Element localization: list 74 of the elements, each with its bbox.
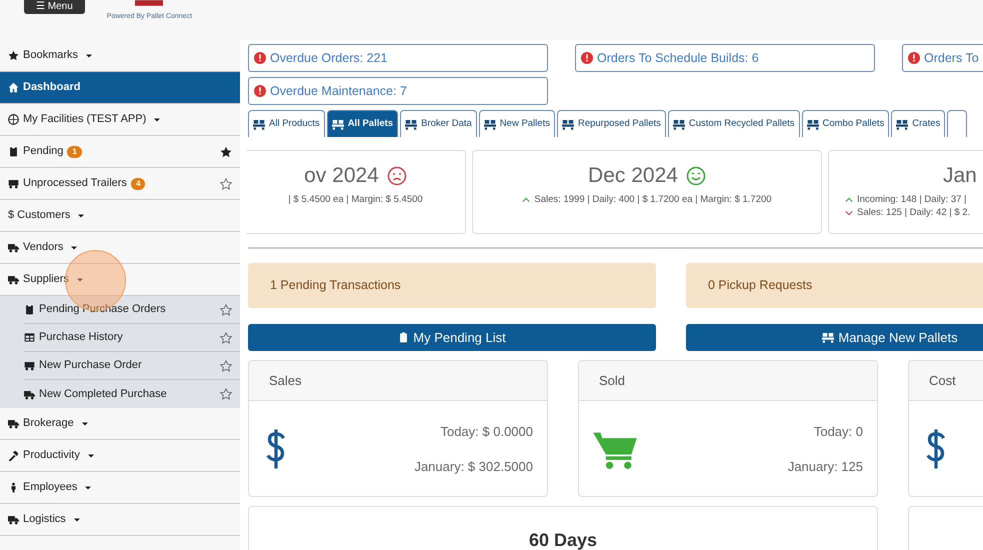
star-icon — [8, 50, 19, 61]
pallet-icon — [332, 118, 344, 130]
tab[interactable]: Combo Pallets — [802, 110, 890, 137]
alert-link[interactable]: Overdue Maintenance: 7 — [248, 77, 548, 105]
pallet-icon — [405, 118, 418, 130]
notice-banner: 1 Pending Transactions — [248, 263, 656, 308]
month-title: Dec 2024 — [588, 163, 678, 190]
stat-title: Sold — [599, 372, 626, 390]
pallet-icon — [484, 118, 496, 130]
bookmark-star-outline-icon[interactable] — [220, 332, 232, 344]
submenu-item[interactable]: Purchase History — [24, 324, 240, 352]
pallet-icon — [562, 118, 574, 130]
count-badge: 1 — [67, 146, 82, 158]
stat-month: January: $ 302.5000 — [414, 458, 533, 476]
month-stats: | $ 5.4500 ea | Margin: $ 5.4500 — [288, 193, 423, 206]
truck-icon — [24, 388, 35, 400]
tab[interactable]: Repurposed Pallets — [556, 110, 666, 137]
stat-today: Today: $ 0.0000 — [440, 422, 533, 441]
month-title: Jan — [943, 163, 977, 190]
stat-month: January: 125 — [788, 458, 863, 476]
tab[interactable]: All Products — [248, 110, 325, 137]
period-title: 60 Days — [528, 529, 598, 550]
truck-icon — [8, 242, 19, 253]
bookmark-star-outline-icon[interactable] — [220, 178, 232, 190]
truck-icon — [8, 274, 19, 285]
count-badge: 4 — [130, 178, 146, 190]
notice-banner: 0 Pickup Requests — [686, 263, 983, 308]
bookmark-star-outline-icon[interactable] — [220, 304, 232, 316]
bookmark-star-outline-icon[interactable] — [220, 388, 232, 400]
month-title: ov 2024 — [304, 163, 379, 190]
submenu-item[interactable]: Pending Purchase Orders — [24, 296, 240, 324]
action-button[interactable]: My Pending List — [248, 324, 656, 351]
tab-background — [947, 110, 968, 137]
month-stats: Incoming: 148 | Daily: 37 | — [857, 193, 966, 206]
month-stats: Sales: 125 | Daily: 42 | $ 2. — [857, 206, 970, 219]
stat-title: Cost — [929, 372, 956, 390]
exclamation-icon — [254, 52, 266, 64]
tab[interactable]: Broker Data — [400, 110, 477, 137]
globe-icon — [8, 114, 19, 125]
alert-link[interactable]: Orders To Schedule Builds: 6 — [575, 44, 875, 72]
action-button[interactable]: Manage New Pallets — [686, 324, 983, 351]
pallet-icon — [253, 118, 265, 130]
tab[interactable]: All Pallets — [326, 110, 398, 137]
exclamation-icon — [581, 52, 593, 64]
clipboard-icon — [398, 332, 410, 343]
pallet-icon — [822, 332, 834, 343]
exclamation-icon — [908, 52, 920, 64]
tab[interactable]: New Pallets — [478, 110, 555, 137]
truck-icon — [8, 514, 19, 525]
trailer-icon — [8, 178, 19, 189]
pallet-icon — [806, 118, 818, 130]
home-icon — [8, 82, 19, 93]
stat-title: Sales — [269, 372, 302, 390]
submenu-item[interactable]: New Completed Purchase — [24, 380, 240, 408]
alert-link[interactable]: Overdue Orders: 221 — [248, 44, 548, 72]
menu-button[interactable]: ☰ Menu — [24, 0, 85, 14]
pallet-icon — [672, 118, 685, 130]
hammer-icon — [8, 450, 19, 461]
table-icon — [24, 332, 35, 343]
trailer-icon — [24, 360, 35, 371]
alert-link[interactable]: Orders To — [902, 44, 983, 72]
tab[interactable]: Crates — [891, 110, 946, 137]
clipboard-icon — [8, 146, 19, 157]
bookmark-star-icon[interactable] — [220, 146, 232, 158]
pallet-icon — [896, 118, 908, 130]
tab[interactable]: Custom Recycled Pallets — [668, 110, 800, 137]
month-stats: Sales: 1999 | Daily: 400 | $ 1.7200 ea | Margin: $ 1.7200 — [534, 193, 772, 206]
submenu-item[interactable]: New Purchase Order — [24, 352, 240, 380]
exclamation-icon — [254, 85, 266, 97]
sidebar-item[interactable]: Dashboard — [0, 72, 240, 104]
clipboard-icon — [24, 304, 35, 315]
bookmark-star-outline-icon[interactable] — [220, 360, 232, 372]
stat-today: Today: 0 — [814, 422, 863, 441]
truck-icon — [8, 418, 19, 429]
